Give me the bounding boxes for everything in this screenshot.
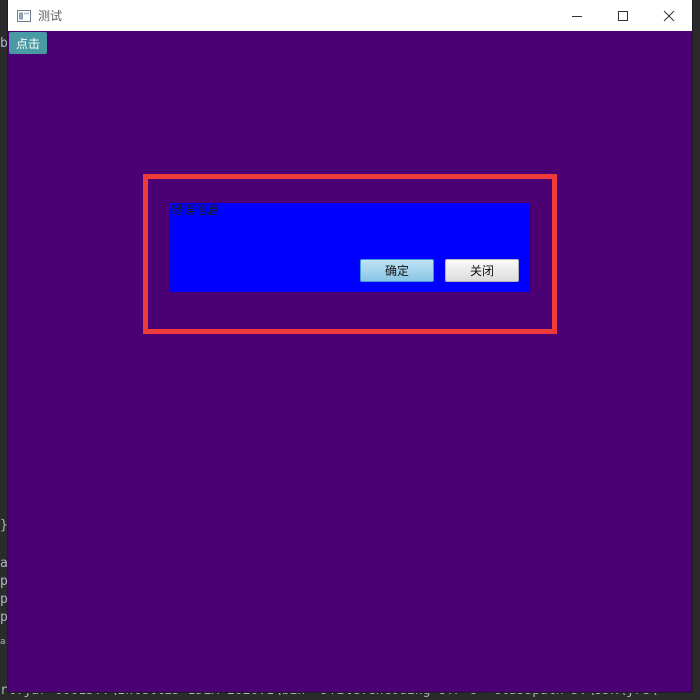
- close-button[interactable]: 关闭: [445, 259, 519, 282]
- ide-glyph: p: [0, 574, 8, 589]
- error-message: 错误信息: [171, 203, 220, 217]
- maximize-icon: [618, 10, 628, 21]
- window-content: 点击 错误信息 确定 关闭: [8, 31, 692, 692]
- minimize-icon: [572, 15, 582, 17]
- close-window-button[interactable]: [646, 0, 692, 31]
- ide-glyph: }: [0, 518, 8, 533]
- ide-glyph: a: [0, 556, 8, 571]
- maximize-button[interactable]: [600, 0, 646, 31]
- window-title: 测试: [38, 9, 63, 23]
- ide-glyph: ar: [0, 637, 8, 647]
- click-button[interactable]: 点击: [9, 32, 47, 54]
- app-window: 测试 点击 错误信息 确定 关闭: [8, 0, 692, 692]
- error-dialog: 错误信息 确定 关闭: [170, 203, 530, 292]
- ide-glyph: p: [0, 610, 8, 625]
- ide-glyph: p: [0, 592, 8, 607]
- window-icon: [16, 8, 32, 24]
- minimize-button[interactable]: [554, 0, 600, 31]
- close-icon: [663, 10, 675, 21]
- ok-button[interactable]: 确定: [360, 259, 434, 282]
- title-bar[interactable]: 测试: [8, 0, 692, 31]
- ide-glyph: b: [0, 36, 8, 51]
